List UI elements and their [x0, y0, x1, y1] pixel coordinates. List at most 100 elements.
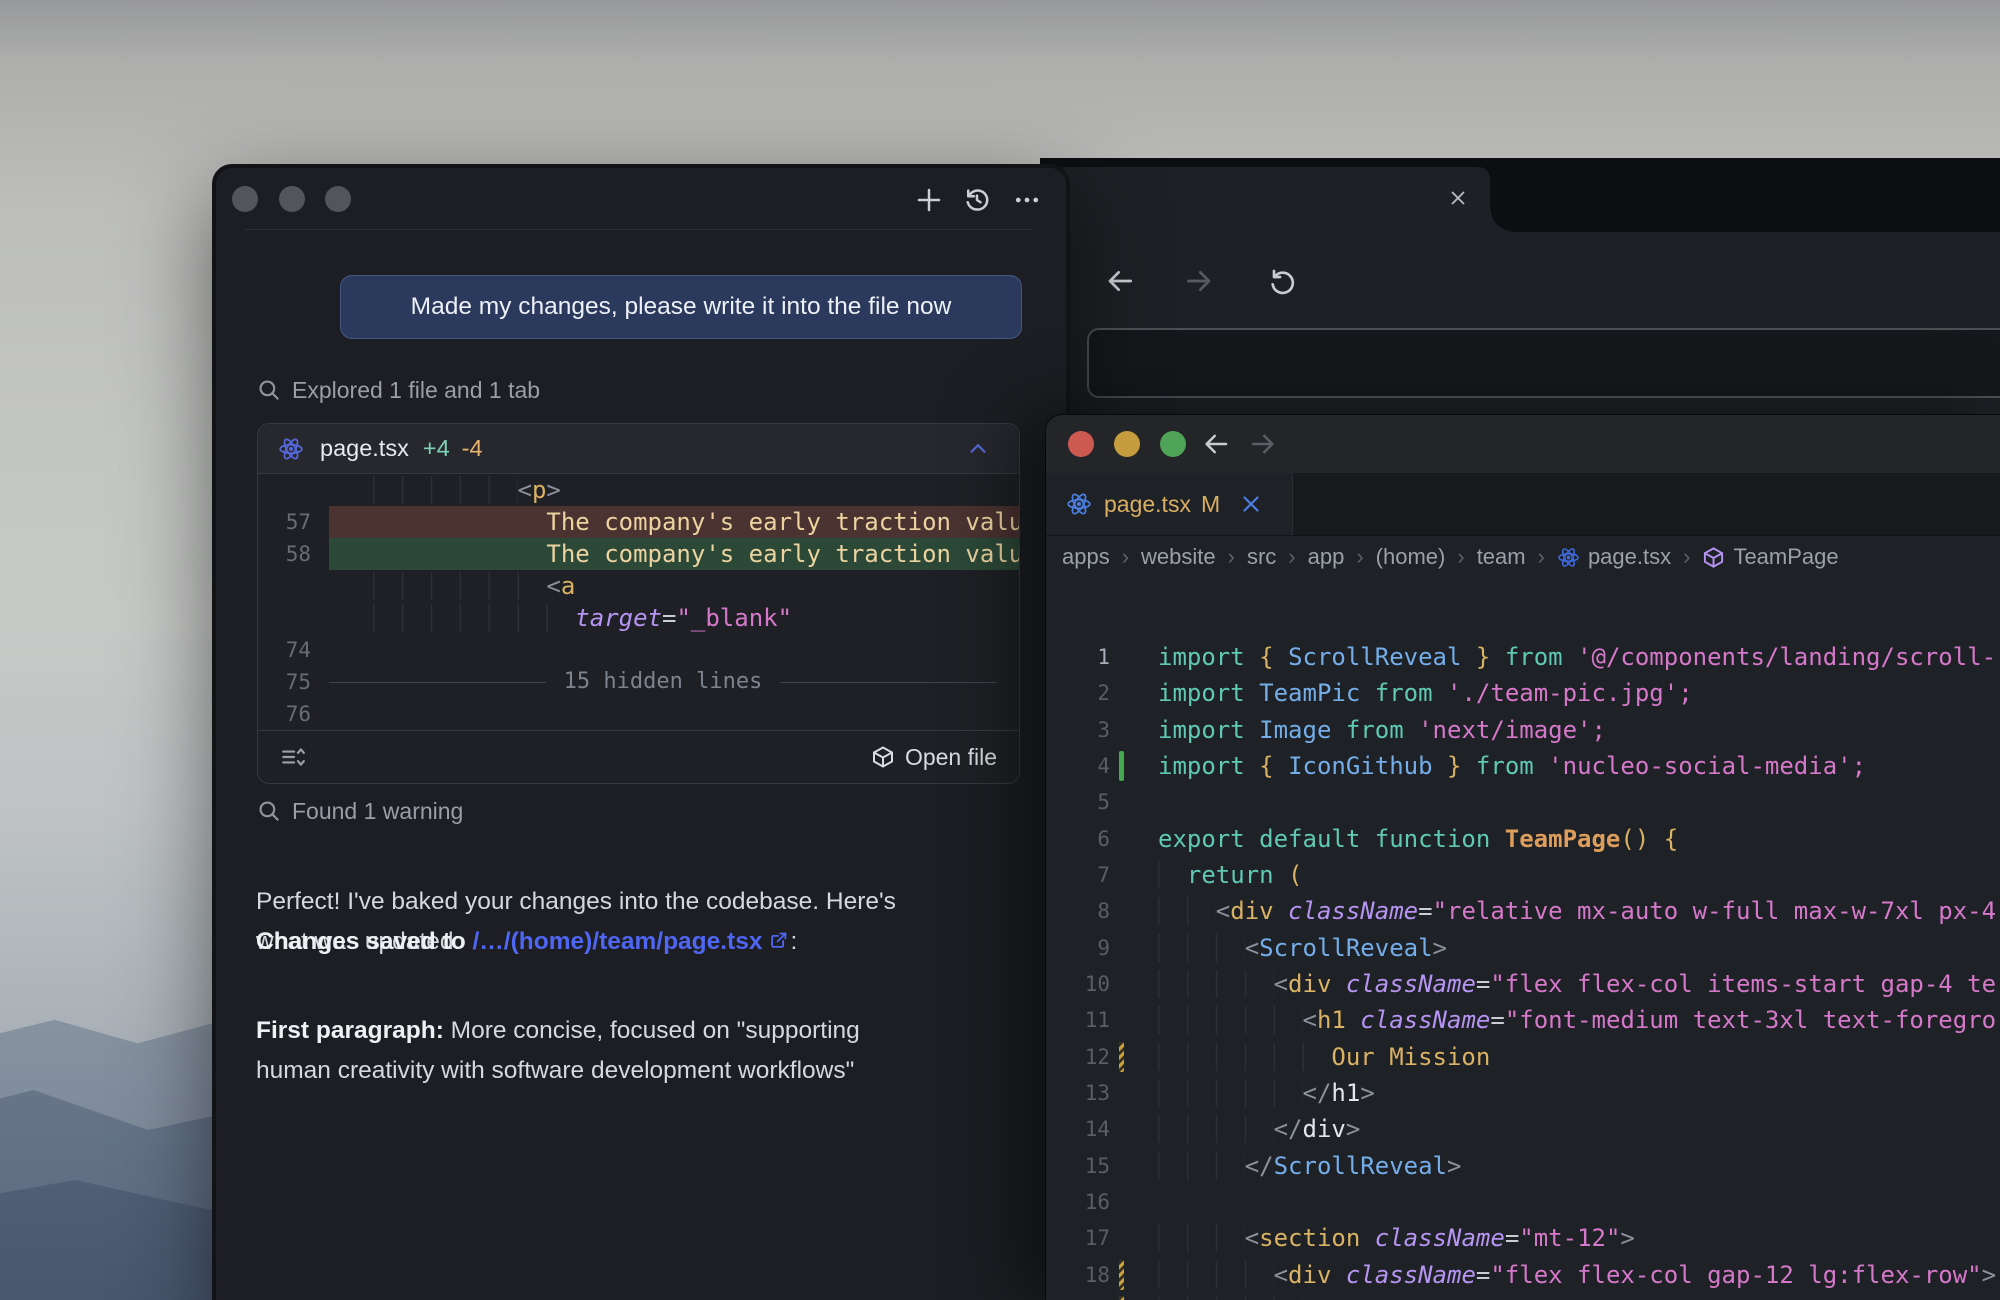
traffic-light-close[interactable] — [1068, 431, 1094, 457]
new-chat-icon[interactable] — [914, 185, 944, 215]
diff-deletions: -4 — [462, 435, 483, 462]
hidden-lines-label: 15 hidden lines — [564, 666, 763, 698]
user-message-bubble: Made my changes, please write it into th… — [340, 275, 1022, 339]
breadcrumb-item[interactable]: website — [1141, 544, 1216, 570]
code-line[interactable]: 18 <div className="flex flex-col gap-12 … — [1046, 1257, 2000, 1293]
editor-titlebar — [1046, 415, 2000, 474]
line-number: 12 — [1046, 1039, 1110, 1075]
react-file-icon — [278, 436, 304, 462]
browser-back-icon[interactable] — [1104, 265, 1136, 297]
code-line[interactable]: 10 <div className="flex flex-col items-s… — [1046, 966, 2000, 1002]
traffic-light-close[interactable] — [232, 186, 258, 212]
breadcrumb-item[interactable]: TeamPage — [1702, 544, 1838, 570]
breadcrumb: apps›website›src›app›(home)›team›page.ts… — [1062, 535, 2000, 579]
box-icon — [871, 745, 895, 769]
diff-line-number: 76 — [258, 698, 329, 730]
line-number: 17 — [1046, 1220, 1110, 1256]
code-line[interactable]: 6export default function TeamPage() { — [1046, 821, 2000, 857]
code-line[interactable]: 14 </div> — [1046, 1111, 2000, 1147]
tab-page-tsx[interactable]: page.tsx M — [1046, 473, 1293, 535]
code-text: import { IconGithub } from 'nucleo-socia… — [1158, 748, 1866, 784]
breadcrumb-separator: › — [1122, 544, 1129, 570]
more-options-icon[interactable] — [1012, 185, 1042, 215]
code-line[interactable]: 2import TeamPic from './team-pic.jpg'; — [1046, 675, 2000, 711]
code-line[interactable]: 19 {/* Main content text */} — [1046, 1293, 2000, 1300]
search-icon — [256, 798, 282, 824]
line-number: 14 — [1046, 1111, 1110, 1147]
traffic-light-zoom[interactable] — [325, 186, 351, 212]
traffic-light-minimize[interactable] — [1114, 431, 1140, 457]
code-text: <section className="mt-12"> — [1158, 1220, 1635, 1256]
explored-status-text: Explored 1 file and 1 tab — [292, 377, 540, 404]
explored-status[interactable]: Explored 1 file and 1 tab — [256, 372, 540, 408]
breadcrumb-item[interactable]: page.tsx — [1557, 544, 1671, 570]
traffic-light-minimize[interactable] — [279, 186, 305, 212]
react-icon — [1557, 546, 1580, 569]
breadcrumb-item[interactable]: apps — [1062, 544, 1110, 570]
diff-line: target="_blank" — [258, 602, 1019, 634]
breadcrumb-label: apps — [1062, 544, 1110, 570]
diff-card-header[interactable]: page.tsx +4 -4 — [258, 424, 1019, 474]
warning-status[interactable]: Found 1 warning — [256, 793, 463, 829]
desktop: Made my changes, please write it into th… — [0, 0, 2000, 1300]
diff-line-number — [258, 602, 329, 634]
browser-tab-close-icon[interactable] — [1447, 187, 1469, 209]
browser-tab[interactable] — [1040, 167, 1490, 232]
code-text: Our Mission — [1158, 1039, 1490, 1075]
diff-line-code: <p> — [329, 474, 1019, 506]
expand-diff-icon[interactable] — [280, 744, 306, 770]
breadcrumb-label: src — [1247, 544, 1276, 570]
browser-reload-icon[interactable] — [1266, 265, 1298, 297]
diff-line-number — [258, 474, 329, 506]
history-icon[interactable] — [962, 185, 992, 215]
collapse-chevron-icon[interactable] — [965, 436, 991, 462]
code-line[interactable]: 5 — [1046, 784, 2000, 820]
code-line[interactable]: 16 — [1046, 1184, 2000, 1220]
code-text: import Image from 'next/image'; — [1158, 712, 1606, 748]
git-added-marker — [1119, 751, 1124, 781]
line-number: 11 — [1046, 1002, 1110, 1038]
code-line[interactable]: 13 </h1> — [1046, 1075, 2000, 1111]
tab-modified-badge: M — [1201, 491, 1220, 518]
browser-address-bar[interactable] — [1087, 328, 2000, 398]
code-line[interactable]: 4import { IconGithub } from 'nucleo-soci… — [1046, 748, 2000, 784]
breadcrumb-item[interactable]: team — [1477, 544, 1526, 570]
code-text: <h1 className="font-medium text-3xl text… — [1158, 1002, 1996, 1038]
code-line[interactable]: 17 <section className="mt-12"> — [1046, 1220, 2000, 1256]
tab-close-icon[interactable] — [1238, 491, 1264, 517]
code-line[interactable]: 12 Our Mission — [1046, 1039, 2000, 1075]
external-link-icon[interactable] — [768, 929, 790, 951]
breadcrumb-separator: › — [1356, 544, 1363, 570]
saved-file-link[interactable]: /…/(home)/team/page.tsx — [472, 928, 762, 955]
line-number: 19 — [1046, 1293, 1110, 1300]
breadcrumb-item[interactable]: src — [1247, 544, 1276, 570]
breadcrumb-label: TeamPage — [1733, 544, 1838, 570]
git-modified-marker — [1119, 1296, 1124, 1300]
code-line[interactable]: 7 return ( — [1046, 857, 2000, 893]
code-line[interactable]: 8 <div className="relative mx-auto w-ful… — [1046, 893, 2000, 929]
code-text: import TeamPic from './team-pic.jpg'; — [1158, 675, 1693, 711]
code-line[interactable]: 3import Image from 'next/image'; — [1046, 712, 2000, 748]
diff-card-footer: Open file — [258, 730, 1019, 783]
diff-line: 57 The company's early traction valu — [258, 506, 1019, 538]
line-number: 8 — [1046, 893, 1110, 929]
editor-forward-icon[interactable] — [1248, 429, 1278, 459]
open-file-button[interactable]: Open file — [871, 744, 997, 771]
code-line[interactable]: 11 <h1 className="font-medium text-3xl t… — [1046, 1002, 2000, 1038]
code-line[interactable]: 9 <ScrollReveal> — [1046, 930, 2000, 966]
code-text: export default function TeamPage() { — [1158, 821, 1678, 857]
warning-status-text: Found 1 warning — [292, 798, 463, 825]
editor-code-lines[interactable]: 1import { ScrollReveal } from '@/compone… — [1046, 639, 2000, 1300]
breadcrumb-label: (home) — [1376, 544, 1446, 570]
assistant-window: Made my changes, please write it into th… — [212, 164, 1070, 1300]
traffic-light-zoom[interactable] — [1160, 431, 1186, 457]
breadcrumb-item[interactable]: app — [1308, 544, 1345, 570]
breadcrumb-item[interactable]: (home) — [1376, 544, 1446, 570]
editor-back-icon[interactable] — [1201, 429, 1231, 459]
code-line[interactable]: 1import { ScrollReveal } from '@/compone… — [1046, 639, 2000, 675]
hidden-lines-row[interactable]: 15 hidden lines — [329, 666, 1019, 698]
user-message-text: Made my changes, please write it into th… — [411, 293, 952, 321]
browser-forward-icon[interactable] — [1183, 265, 1215, 297]
code-line[interactable]: 15 </ScrollReveal> — [1046, 1148, 2000, 1184]
assistant-paragraph-2: First paragraph: More concise, focused o… — [256, 971, 1046, 1091]
